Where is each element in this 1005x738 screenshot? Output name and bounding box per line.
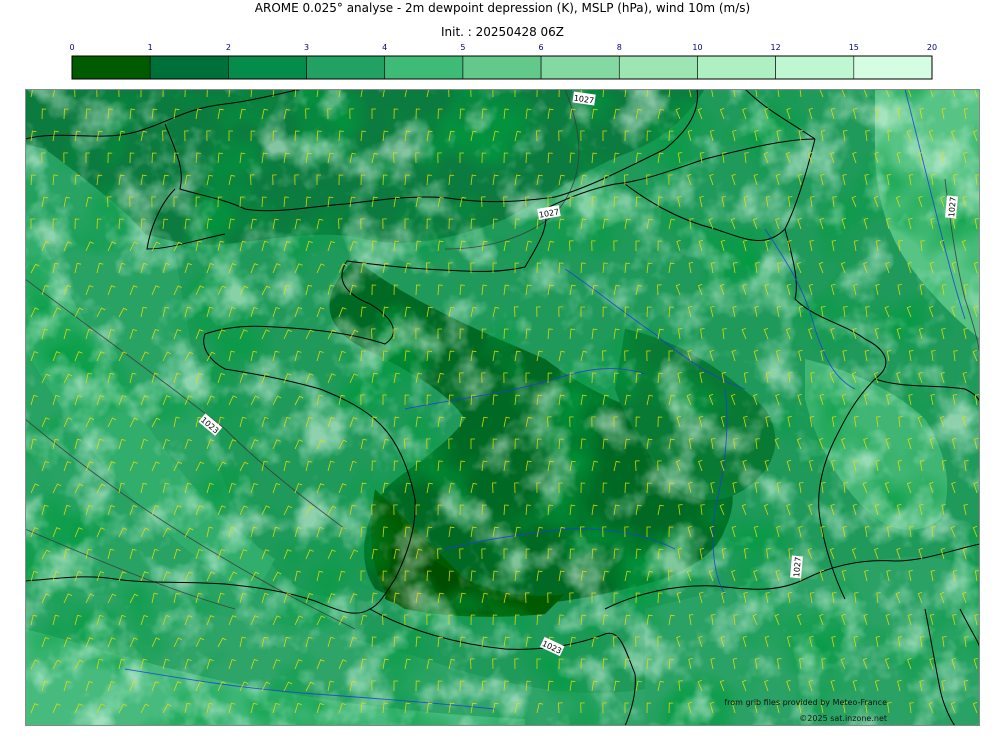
colorbar-tick-label: 10 [692,43,702,52]
colorbar-tick-label: 1 [148,43,153,52]
colorbar-tick-label: 8 [617,43,622,52]
weather-map: 1027 1027 1027 1023 1027 1023 from grib … [25,89,980,726]
isobar-label: 1027 [945,195,958,219]
svg-text:1027: 1027 [792,557,803,578]
colorbar: 0 1 2 3 4 5 6 8 10 12 15 20 [69,43,937,80]
colorbar-tick-label: 12 [771,43,781,52]
colorbar-cell [853,55,933,80]
colorbar-tick-label: 0 [69,43,74,52]
colorbar-cell [618,55,698,80]
colorbar-ticks: 0 1 2 3 4 5 6 8 10 12 15 20 [69,43,937,52]
colorbar-tick-label: 6 [539,43,544,52]
colorbar-cell [384,55,464,80]
colorbar-cell [462,55,542,80]
colorbar-tick-label: 20 [927,43,937,52]
colorbar-cell [540,55,620,80]
colorbar-tick-label: 15 [849,43,859,52]
colorbar-tick-label: 4 [382,43,387,52]
colorbar-cells [71,55,933,80]
colorbar-cell [228,55,307,80]
colorbar-cell [697,55,776,80]
colorbar-cell [775,55,855,80]
humid-texture [25,89,980,726]
colorbar-cell [149,55,229,80]
colorbar-cell [306,55,386,80]
colorbar-tick-label: 5 [460,43,465,52]
svg-text:1027: 1027 [947,197,958,218]
data-source-credit: from grib files provided by Meteo-France [724,698,887,707]
colorbar-tick-label: 3 [304,43,309,52]
isobar-label: 1027 [790,555,803,579]
colorbar-cell [71,55,151,80]
copyright-credit: ©2025 sat.inzone.net [799,714,887,723]
colorbar-tick-label: 2 [226,43,231,52]
